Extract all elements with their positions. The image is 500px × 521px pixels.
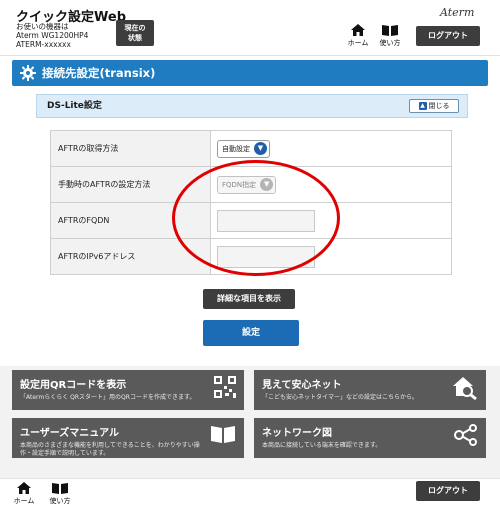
device-id: ATERM-xxxxxx xyxy=(16,40,71,49)
user-manual-tile[interactable]: ユーザーズマニュアル 本商品のさまざまな機能を利用してできることを、わかりやすい… xyxy=(12,418,244,458)
status-button-line1: 現在の xyxy=(124,24,146,32)
tile-title: 見えて安心ネット xyxy=(262,380,342,391)
status-button-line2: 状態 xyxy=(128,34,142,42)
save-button[interactable]: 設定 xyxy=(203,320,299,346)
section-title: 接続先設定(transix) xyxy=(42,66,156,80)
header: クイック設定Web お使いの機器は Aterm WG1200HP4 ATERM-… xyxy=(0,0,500,56)
shortcut-tiles: 設定用QRコードを表示 「Atermらくらく QRスタート」用のQRコードを作成… xyxy=(0,366,500,478)
tile-title: 設定用QRコードを表示 xyxy=(20,380,127,391)
home-label: ホーム xyxy=(347,39,369,47)
show-advanced-button[interactable]: 詳細な項目を表示 xyxy=(203,289,295,309)
tile-title: ユーザーズマニュアル xyxy=(20,428,119,439)
device-model: Aterm WG1200HP4 xyxy=(16,31,89,40)
tile-desc: 「こども安心ネットタイマー」などの設定はこちらから。 xyxy=(262,394,419,401)
book-icon xyxy=(382,25,398,36)
current-status-button[interactable]: 現在の 状態 xyxy=(116,20,154,46)
panel-title: DS-Lite設定 xyxy=(47,101,102,111)
tile-title: ネットワーク図 xyxy=(262,428,332,439)
safety-net-tile[interactable]: 見えて安心ネット 「こども安心ネットタイマー」などの設定はこちらから。 xyxy=(254,370,486,410)
usage-label: 使い方 xyxy=(379,39,401,47)
collapse-label: 閉じる xyxy=(428,102,450,110)
tile-desc: 「Atermらくらく QRスタート」用のQRコードを作成できます。 xyxy=(20,394,196,401)
aftr-method-label: AFTRの取得方法 xyxy=(50,130,211,167)
section-title-bar: 接続先設定(transix) xyxy=(12,60,488,86)
book-icon xyxy=(211,426,235,443)
footer-usage-nav[interactable]: 使い方 xyxy=(46,481,74,506)
collapse-button[interactable]: ▲ 閉じる xyxy=(409,99,459,113)
qr-code-icon xyxy=(214,376,236,398)
chevron-down-icon: ▼ xyxy=(254,142,267,155)
aftr-method-select[interactable]: 自動設定 ▼ xyxy=(217,139,270,158)
footer: ホーム 使い方 ログアウト xyxy=(0,478,500,521)
tile-desc: 本商品に接続している端末を確認できます。 xyxy=(262,442,382,449)
brand-logo: Aterm xyxy=(440,6,475,19)
gear-icon xyxy=(20,65,36,81)
usage-label: 使い方 xyxy=(49,497,71,505)
book-icon xyxy=(52,483,68,494)
home-nav[interactable]: ホーム xyxy=(344,23,372,48)
home-label: ホーム xyxy=(13,497,35,505)
red-annotation-circle xyxy=(172,160,340,276)
qr-code-tile[interactable]: 設定用QRコードを表示 「Atermらくらく QRスタート」用のQRコードを作成… xyxy=(12,370,244,410)
chevron-up-icon: ▲ xyxy=(418,102,427,110)
device-label: お使いの機器は xyxy=(16,22,69,31)
aftr-method-value: 自動設定 xyxy=(222,144,250,153)
home-search-icon xyxy=(453,377,477,400)
network-icon xyxy=(454,424,477,446)
tile-desc: 本商品のさまざまな機能を利用してできることを、わかりやすい操作・設定手順で説明し… xyxy=(20,442,200,457)
footer-logout-button[interactable]: ログアウト xyxy=(416,481,480,501)
usage-nav[interactable]: 使い方 xyxy=(376,23,404,48)
logout-button[interactable]: ログアウト xyxy=(416,26,480,46)
home-icon xyxy=(351,24,365,36)
home-icon xyxy=(17,482,31,494)
device-info: お使いの機器は Aterm WG1200HP4 ATERM-xxxxxx xyxy=(16,22,88,49)
dslite-panel-header: DS-Lite設定 ▲ 閉じる xyxy=(36,94,468,118)
footer-home-nav[interactable]: ホーム xyxy=(10,481,38,506)
network-map-tile[interactable]: ネットワーク図 本商品に接続している端末を確認できます。 xyxy=(254,418,486,458)
